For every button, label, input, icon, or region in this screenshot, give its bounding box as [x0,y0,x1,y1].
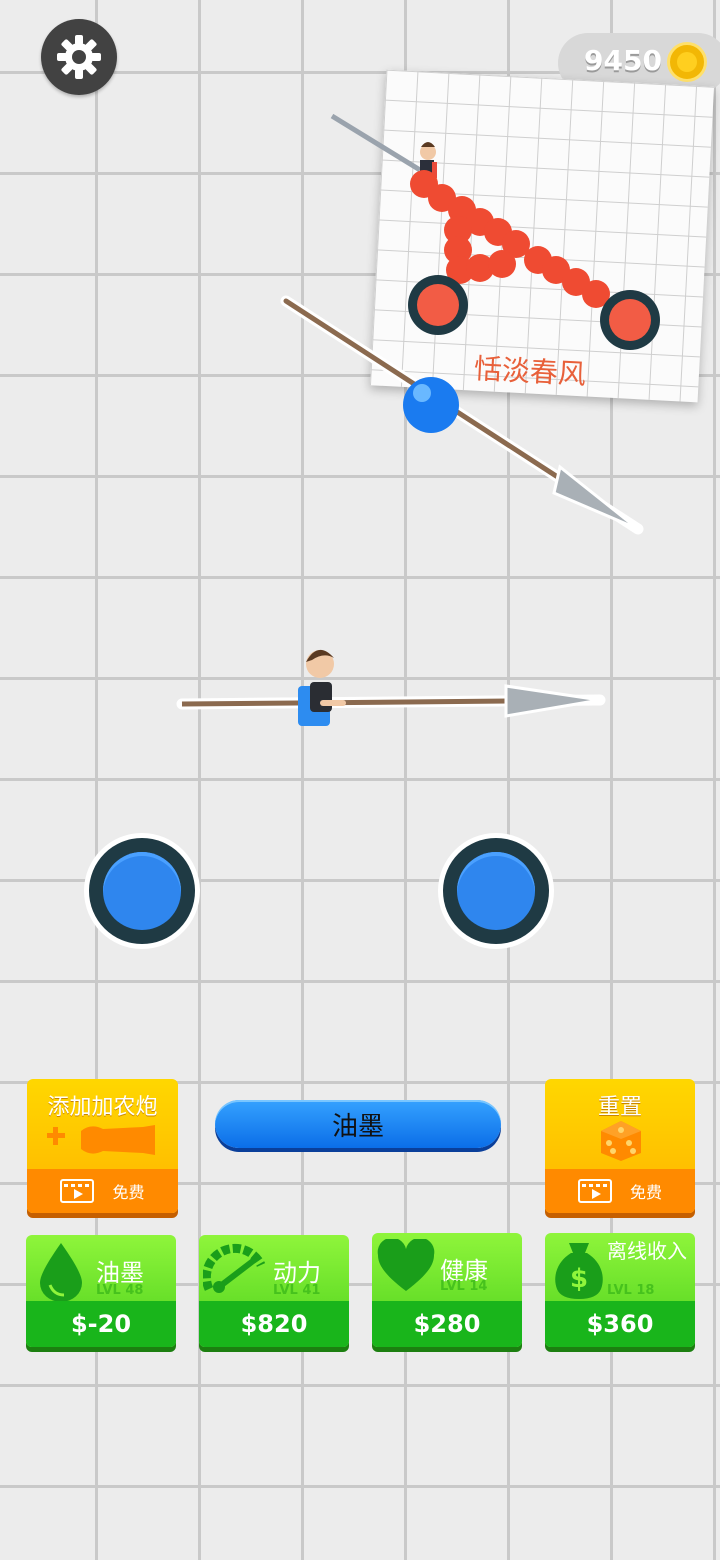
video-ad-icon [577,1179,612,1203]
upgrade-health-price: $280 [372,1301,522,1347]
reset-button[interactable]: 重置 免费 [545,1079,695,1213]
settings-button[interactable] [41,19,117,95]
left-wheel [84,833,200,949]
svg-text:$: $ [570,1264,588,1294]
upgrade-power-price: $820 [199,1301,349,1347]
coin-icon [667,42,707,82]
player-body [310,682,332,712]
upgrade-ink-price: $-20 [26,1301,176,1347]
ink-drop-icon [40,1243,82,1302]
upgrade-health[interactable]: 健康 LVL 14 $280 [372,1233,522,1347]
gear-icon [57,35,101,79]
upgrade-offline-price: $360 [545,1301,695,1347]
cannon-icon [47,1125,155,1155]
upgrade-health-level: LVL 14 [440,1279,488,1294]
upgrade-power-level: LVL 41 [273,1283,321,1298]
upgrade-power[interactable]: 动力 LVL 41 $820 [199,1235,349,1347]
add-cannon-button[interactable]: 添加加农炮 免费 [27,1079,178,1213]
speedometer-icon [203,1243,266,1293]
upgrade-offline-title: 离线收入 [607,1239,687,1263]
upgrade-ink-level: LVL 48 [96,1283,144,1298]
preview-lance [330,113,422,173]
upgrade-ink[interactable]: 油墨 LVL 48 $-20 [26,1235,176,1347]
upgrade-offline-level: LVL 18 [607,1283,655,1298]
add-cannon-title: 添加加农炮 [47,1095,158,1120]
spear-projectile [280,295,644,535]
player-lance [176,649,606,726]
add-cannon-free-label: 免费 [112,1183,145,1202]
video-ad-icon [60,1179,95,1203]
right-wheel [438,833,554,949]
upgrade-offline-income[interactable]: $ 离线收入 LVL 18 $360 [545,1233,695,1347]
dice-icon [601,1121,641,1161]
blue-ball [403,377,459,433]
money-bag-icon: $ [555,1243,603,1299]
ink-button[interactable]: 油墨 [215,1100,501,1148]
reset-free-label: 免费 [629,1183,662,1202]
heart-icon [377,1239,435,1291]
coin-count: 9450 [584,44,662,77]
